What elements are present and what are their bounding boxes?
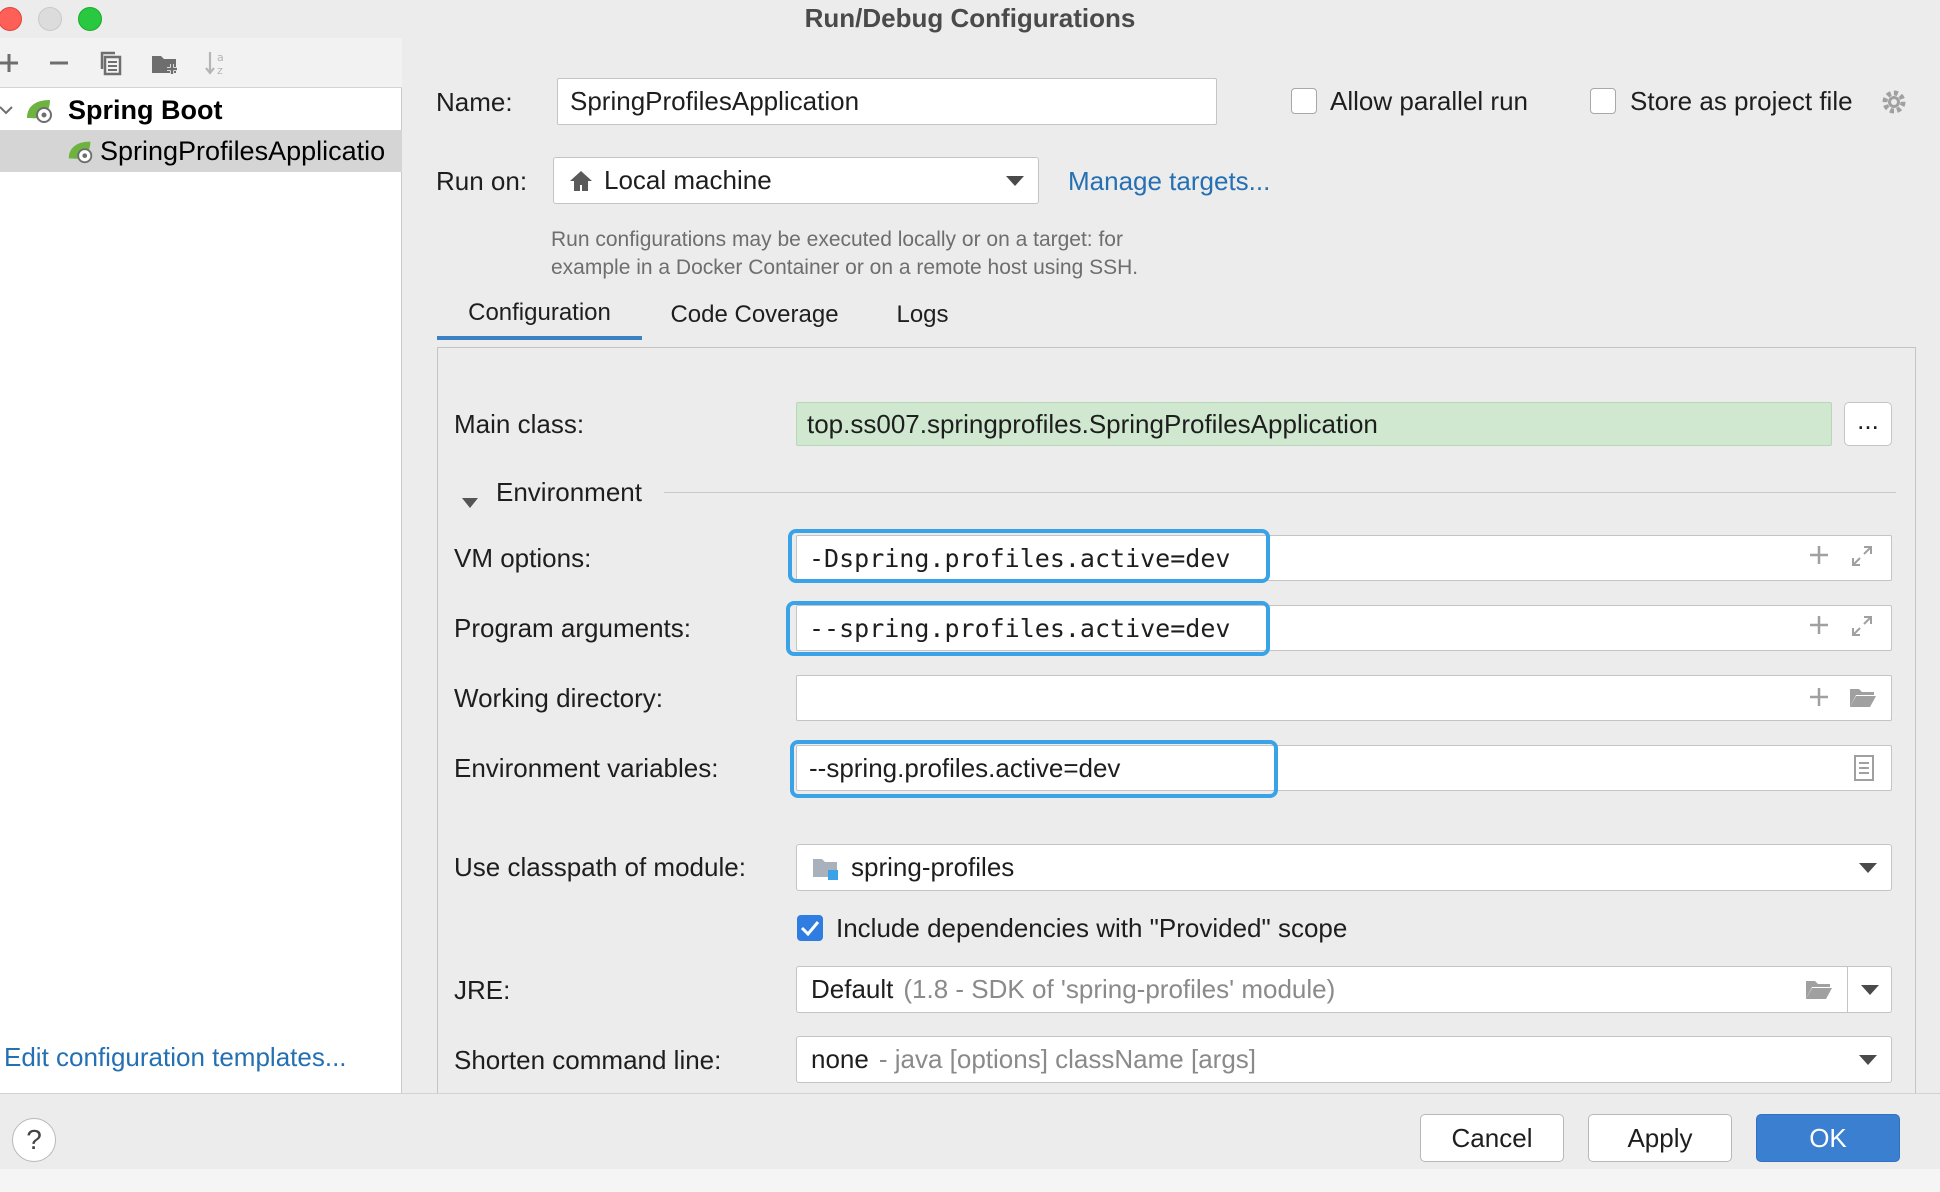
classpath-module-label: Use classpath of module: [454, 852, 746, 882]
tree-group-label: Spring Boot [68, 94, 223, 125]
jre-value: Default [811, 974, 894, 1004]
cancel-button[interactable]: Cancel [1420, 1114, 1564, 1162]
folder-icon[interactable] [1848, 686, 1878, 714]
chevron-down-icon[interactable] [0, 105, 16, 115]
vm-options-highlight [788, 529, 1270, 583]
jre-hint: (1.8 - SDK of 'spring-profiles' module) [903, 974, 1336, 1004]
shorten-command-line-label: Shorten command line: [454, 1045, 722, 1075]
environment-variables-highlight [790, 740, 1278, 798]
checkmark-icon [800, 921, 820, 936]
configurations-sidebar: az Spring Boot SpringProfilesApplicatio … [0, 38, 402, 1093]
background-console-strip [0, 1169, 1940, 1192]
module-folder-icon [811, 855, 841, 881]
allow-parallel-run-checkbox[interactable] [1291, 88, 1317, 114]
chevron-down-icon [1859, 1054, 1877, 1065]
environment-collapse-icon[interactable] [460, 486, 480, 517]
tree-group-spring-boot[interactable]: Spring Boot [0, 90, 402, 130]
help-button[interactable]: ? [12, 1118, 56, 1162]
spring-boot-icon [24, 96, 58, 124]
tab-logs[interactable]: Logs [870, 290, 975, 340]
run-on-hint-line2: example in a Docker Container or on a re… [551, 256, 1139, 279]
jre-field[interactable]: Default (1.8 - SDK of 'spring-profiles' … [796, 966, 1848, 1013]
run-on-label: Run on: [436, 166, 528, 196]
main-class-value: top.ss007.springprofiles.SpringProfilesA… [807, 408, 1378, 439]
manage-targets-link[interactable]: Manage targets... [1068, 165, 1270, 197]
jre-label: JRE: [454, 975, 511, 1005]
jre-dropdown-button[interactable] [1847, 966, 1892, 1013]
chevron-down-icon [1859, 862, 1877, 873]
expand-icon[interactable] [1850, 544, 1874, 572]
shorten-command-line-hint: - java [options] className [args] [878, 1044, 1256, 1074]
ok-button[interactable]: OK [1756, 1114, 1900, 1162]
store-as-project-file-checkbox[interactable] [1590, 88, 1616, 114]
shorten-command-line-dropdown[interactable]: none - java [options] className [args] [796, 1036, 1892, 1083]
program-arguments-label: Program arguments: [454, 613, 691, 643]
tree-item-label: SpringProfilesApplicatio [100, 135, 386, 166]
shorten-command-line-value: none [811, 1044, 869, 1074]
tab-code-coverage[interactable]: Code Coverage [652, 290, 857, 340]
environment-section-label: Environment [496, 477, 642, 507]
document-icon[interactable] [1852, 754, 1876, 786]
svg-text:z: z [217, 64, 223, 77]
plus-icon[interactable] [1808, 544, 1830, 570]
chevron-down-icon [1861, 984, 1879, 995]
spring-boot-icon [66, 137, 98, 165]
environment-variables-label: Environment variables: [454, 753, 719, 783]
name-field-value: SpringProfilesApplication [570, 86, 860, 116]
run-on-dropdown[interactable]: Local machine [553, 157, 1039, 204]
window-title: Run/Debug Configurations [804, 3, 1136, 33]
name-label: Name: [436, 87, 513, 117]
main-class-field[interactable]: top.ss007.springprofiles.SpringProfilesA… [796, 402, 1832, 446]
gear-icon[interactable] [1880, 88, 1908, 123]
folder-icon[interactable] [1804, 978, 1834, 1006]
program-arguments-highlight [786, 601, 1270, 656]
edit-configuration-templates-link[interactable]: Edit configuration templates... [4, 1042, 347, 1073]
sidebar-toolbar: az [0, 38, 402, 88]
plus-icon[interactable] [1808, 614, 1830, 640]
classpath-module-dropdown[interactable]: spring-profiles [796, 844, 1892, 891]
include-provided-label: Include dependencies with "Provided" sco… [836, 913, 1348, 943]
environment-divider [664, 492, 1896, 493]
new-folder-icon[interactable] [148, 47, 182, 79]
chevron-down-icon [1006, 175, 1024, 186]
tree-item-springprofilesapplication[interactable]: SpringProfilesApplicatio [0, 130, 402, 172]
main-class-label: Main class: [454, 409, 585, 439]
tab-configuration[interactable]: Configuration [437, 290, 642, 340]
allow-parallel-run-label: Allow parallel run [1330, 86, 1528, 116]
svg-text:a: a [217, 51, 224, 64]
sort-icon[interactable]: az [200, 47, 234, 79]
expand-icon[interactable] [1850, 614, 1874, 642]
classpath-module-value: spring-profiles [851, 852, 1015, 882]
run-on-value: Local machine [604, 165, 772, 195]
title-bar: Run/Debug Configurations [0, 0, 1940, 38]
run-on-hint-line1: Run configurations may be executed local… [551, 228, 1123, 251]
main-class-browse-button[interactable]: ... [1844, 402, 1892, 446]
home-icon [568, 169, 594, 193]
name-field[interactable]: SpringProfilesApplication [557, 78, 1217, 125]
vm-options-label: VM options: [454, 543, 592, 573]
add-icon[interactable] [0, 47, 26, 79]
copy-icon[interactable] [94, 47, 128, 79]
remove-icon[interactable] [42, 47, 76, 79]
store-as-project-file-label: Store as project file [1630, 86, 1853, 116]
plus-icon[interactable] [1808, 686, 1830, 712]
apply-button[interactable]: Apply [1588, 1114, 1732, 1162]
working-directory-label: Working directory: [454, 683, 664, 713]
include-provided-checkbox[interactable] [797, 915, 823, 941]
working-directory-field[interactable] [796, 675, 1892, 721]
